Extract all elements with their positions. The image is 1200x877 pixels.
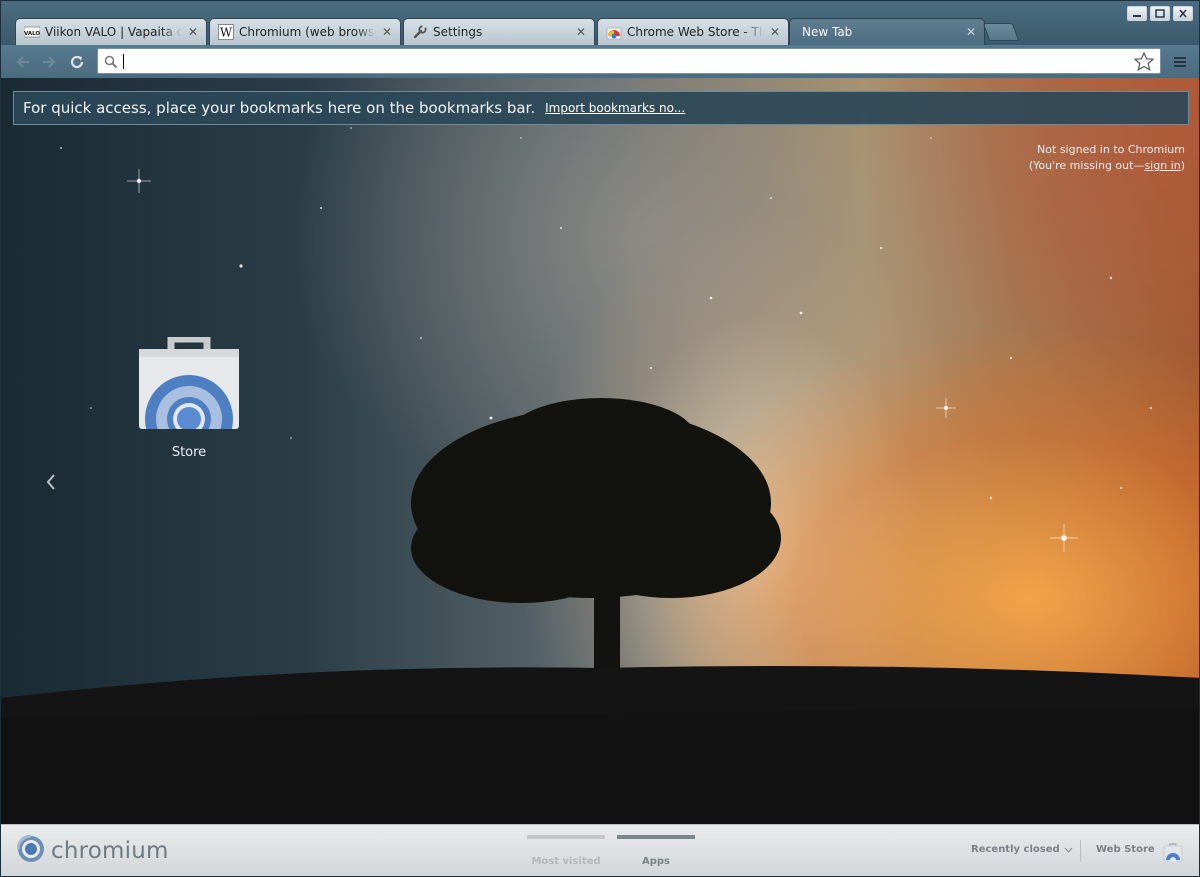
- page-indicator-bar: [617, 835, 695, 839]
- page-indicator-bar: [527, 835, 605, 839]
- web-store-icon: [139, 335, 239, 433]
- chevron-left-icon: [46, 474, 55, 490]
- chromium-logo-icon: [16, 834, 45, 867]
- recently-closed-label: Recently closed: [971, 844, 1060, 855]
- signin-prefix: (You're missing out—: [1028, 159, 1145, 172]
- search-icon: [104, 54, 118, 73]
- browser-window: VALO Viikon VALO | Vapaita ohjelmia ✕ W …: [0, 0, 1200, 877]
- signin-status: Not signed in to Chromium: [1037, 143, 1185, 156]
- page-switcher-label: Most visited: [531, 856, 601, 867]
- bookmarks-bar: For quick access, place your bookmarks h…: [13, 91, 1189, 125]
- close-tab-icon[interactable]: ✕: [380, 25, 394, 39]
- bookmark-star-icon[interactable]: [1133, 51, 1155, 75]
- close-tab-icon[interactable]: ✕: [574, 25, 588, 39]
- tab-title: Chrome Web Store - Themes: [627, 25, 764, 39]
- close-window-button[interactable]: [1173, 6, 1193, 21]
- window-controls: [1127, 6, 1193, 21]
- signin-line2: (You're missing out—sign in): [1029, 158, 1185, 174]
- omnibox-input[interactable]: [124, 51, 1128, 73]
- tab-strip: VALO Viikon VALO | Vapaita ohjelmia ✕ W …: [1, 1, 1199, 45]
- wrench-icon: [412, 24, 428, 40]
- brand-text: chromium: [51, 838, 169, 864]
- new-tab-page: For quick access, place your bookmarks h…: [1, 78, 1199, 824]
- wikipedia-icon: W: [218, 24, 234, 40]
- web-store-link[interactable]: Web Store: [1096, 844, 1155, 855]
- omnibox[interactable]: [97, 48, 1161, 74]
- page-switcher-label: Apps: [641, 856, 670, 867]
- close-tab-icon[interactable]: ✕: [768, 25, 782, 39]
- signin-suffix: ): [1180, 159, 1185, 172]
- web-store-footer-icon[interactable]: [1163, 842, 1183, 863]
- valo-icon: VALO: [24, 24, 40, 40]
- ntp-footer: chromium Most visited Apps Recently clos…: [1, 824, 1199, 876]
- menu-button[interactable]: [1170, 52, 1190, 72]
- toolbar: [1, 45, 1199, 78]
- app-label: Store: [171, 445, 207, 460]
- chromium-brand: chromium: [16, 834, 169, 867]
- tab-title: Settings: [433, 25, 483, 39]
- page-switcher-apps[interactable]: Apps: [617, 835, 695, 868]
- minimize-icon: [1133, 14, 1141, 17]
- chevron-down-icon: [1064, 847, 1073, 853]
- tab-new-tab[interactable]: New Tab ✕: [789, 18, 985, 45]
- tab-title: New Tab: [802, 25, 853, 39]
- tab-title: Viikon VALO | Vapaita ohjelmia: [45, 25, 182, 39]
- minimize-button[interactable]: [1127, 6, 1147, 21]
- webstore-icon: [606, 24, 622, 40]
- back-button[interactable]: [13, 52, 33, 72]
- signin-promo: Not signed in to Chromium (You're missin…: [1029, 142, 1185, 174]
- svg-text:W: W: [220, 26, 233, 40]
- close-tab-icon[interactable]: ✕: [964, 25, 978, 39]
- reload-icon: [70, 55, 84, 69]
- close-icon: [1179, 9, 1187, 18]
- forward-arrow-icon: [43, 56, 56, 68]
- close-tab-icon[interactable]: ✕: [186, 25, 200, 39]
- tab-chrome-web-store[interactable]: Chrome Web Store - Themes ✕: [597, 18, 789, 45]
- forward-button[interactable]: [39, 52, 59, 72]
- hamburger-menu-icon: [1174, 57, 1186, 67]
- app-tile-store[interactable]: Store: [139, 335, 239, 460]
- text-caret: [123, 54, 124, 69]
- footer-divider: [1080, 840, 1081, 862]
- page-switcher-most-visited[interactable]: Most visited: [527, 835, 605, 868]
- tab-valo[interactable]: VALO Viikon VALO | Vapaita ohjelmia ✕: [15, 18, 207, 45]
- tab-chromium-wikipedia[interactable]: W Chromium (web browser) ✕: [209, 18, 401, 45]
- back-arrow-icon: [16, 56, 29, 68]
- previous-page-button[interactable]: [44, 471, 58, 493]
- tab-settings[interactable]: Settings ✕: [403, 18, 595, 45]
- import-bookmarks-link[interactable]: Import bookmarks no...: [545, 101, 685, 115]
- bookmarks-bar-message: For quick access, place your bookmarks h…: [23, 99, 536, 117]
- maximize-button[interactable]: [1150, 6, 1170, 21]
- svg-text:VALO: VALO: [24, 31, 40, 37]
- new-tab-button[interactable]: [982, 23, 1020, 41]
- recently-closed-menu[interactable]: Recently closed: [971, 844, 1073, 855]
- reload-button[interactable]: [67, 52, 87, 72]
- tab-title: Chromium (web browser): [239, 25, 376, 39]
- sign-in-link[interactable]: sign in: [1144, 159, 1180, 172]
- maximize-icon: [1155, 9, 1165, 18]
